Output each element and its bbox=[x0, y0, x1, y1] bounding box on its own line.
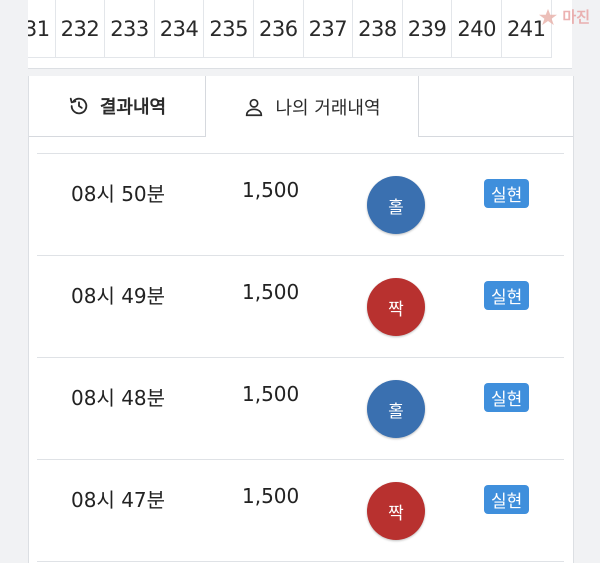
odd-even-ball: 짝 bbox=[367, 482, 425, 540]
tab-results-history[interactable]: 결과내역 bbox=[29, 76, 205, 136]
trade-history-list: 08시 50분 1,500 홀 실현 08시 49분 1,500 짝 실현 08… bbox=[37, 153, 564, 562]
list-item[interactable]: 08시 48분 1,500 홀 실현 bbox=[37, 357, 564, 459]
round-cell[interactable]: 231 bbox=[28, 0, 56, 58]
odd-even-ball: 홀 bbox=[367, 380, 425, 438]
bet-amount: 1,500 bbox=[242, 382, 300, 406]
round-cell[interactable]: 234 bbox=[154, 0, 205, 58]
round-cell[interactable]: 235 bbox=[204, 0, 254, 58]
round-cell[interactable]: 239 bbox=[402, 0, 453, 58]
star-badge-icon bbox=[539, 8, 558, 25]
round-time: 08시 49분 bbox=[71, 284, 166, 308]
round-time: 08시 50분 bbox=[71, 182, 166, 206]
history-icon bbox=[69, 97, 88, 115]
bet-amount: 1,500 bbox=[242, 280, 300, 304]
list-item[interactable]: 08시 47분 1,500 짝 실현 bbox=[37, 459, 564, 562]
history-panel: 결과내역 나의 거래내역 08시 50분 1,500 홀 실현 08시 49분 … bbox=[28, 76, 574, 563]
round-time: 08시 48분 bbox=[71, 386, 166, 410]
round-cell[interactable]: 238 bbox=[353, 0, 403, 58]
watermark: 마진 bbox=[537, 6, 590, 27]
round-number-strip: 231 232 233 234 235 236 237 238 239 240 … bbox=[28, 0, 572, 69]
list-item[interactable]: 08시 50분 1,500 홀 실현 bbox=[37, 153, 564, 255]
tab-label: 결과내역 bbox=[99, 97, 167, 118]
tab-my-trade-history[interactable]: 나의 거래내역 bbox=[205, 76, 419, 137]
round-cell[interactable]: 233 bbox=[105, 0, 155, 58]
status-badge: 실현 bbox=[484, 485, 530, 514]
bet-amount: 1,500 bbox=[242, 484, 300, 508]
round-number-row: 231 232 233 234 235 236 237 238 239 240 … bbox=[28, 0, 552, 68]
round-cell[interactable]: 237 bbox=[303, 0, 354, 58]
round-cell[interactable]: 232 bbox=[55, 0, 106, 58]
bet-amount: 1,500 bbox=[242, 178, 300, 202]
round-cell[interactable]: 236 bbox=[253, 0, 304, 58]
round-cell[interactable]: 240 bbox=[452, 0, 502, 58]
status-badge: 실현 bbox=[484, 383, 530, 412]
list-item[interactable]: 08시 49분 1,500 짝 실현 bbox=[37, 255, 564, 357]
tab-bar: 결과내역 나의 거래내역 bbox=[29, 76, 573, 137]
watermark-text: 마진 bbox=[562, 8, 590, 26]
odd-even-ball: 짝 bbox=[367, 278, 425, 336]
status-badge: 실현 bbox=[484, 179, 530, 208]
person-icon bbox=[246, 98, 263, 116]
status-badge: 실현 bbox=[484, 281, 530, 310]
odd-even-ball: 홀 bbox=[367, 176, 425, 234]
tab-label: 나의 거래내역 bbox=[275, 97, 381, 119]
round-time: 08시 47분 bbox=[71, 488, 166, 512]
